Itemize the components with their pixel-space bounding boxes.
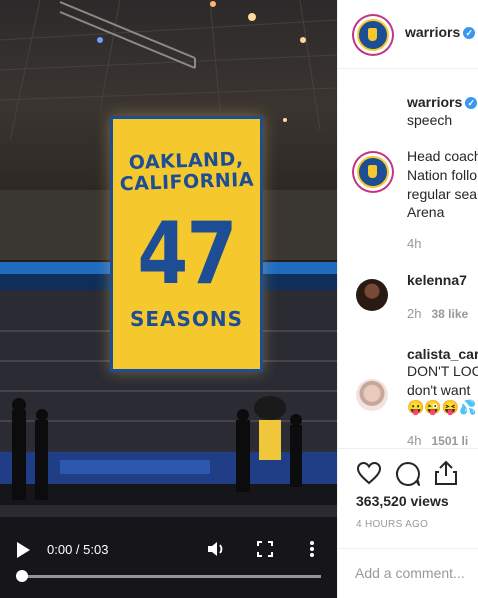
comment-icon[interactable]: [395, 461, 421, 487]
post-actions: 363,520 views 4 HOURS AGO: [338, 448, 478, 598]
comment-text-line: Arena: [407, 204, 445, 220]
header-username-text[interactable]: warriors: [405, 24, 460, 40]
verified-icon: ✓: [463, 27, 476, 39]
avatar[interactable]: [356, 379, 388, 411]
avatar[interactable]: [354, 153, 392, 191]
comment-time: 2h: [407, 306, 422, 321]
comment-text-line: Nation follo: [407, 167, 478, 183]
comment-text-line: Head coach: [407, 148, 478, 164]
view-count[interactable]: 363,520 views: [356, 493, 449, 509]
add-comment-bar: [338, 548, 478, 598]
comment-time: 4h: [407, 433, 422, 448]
comment-meta: 4h 1501 li: [407, 433, 468, 448]
post-time: 4 HOURS AGO: [356, 519, 429, 530]
banner-number: 47: [137, 204, 237, 304]
post-sidebar: warriors ✓ warriors ✓ speech Head coach Na…: [337, 0, 478, 598]
post-header: warriors ✓: [338, 0, 478, 69]
volume-icon[interactable]: [206, 540, 226, 558]
video-player[interactable]: OAKLAND, CALIFORNIA 47 SEASONS 0:00 / 5:…: [0, 0, 337, 598]
fullscreen-icon[interactable]: [257, 541, 273, 557]
video-controls: 0:00 / 5:03: [0, 528, 337, 598]
progress-scrubber[interactable]: [16, 570, 28, 582]
comment-time: 4h: [407, 236, 422, 251]
comment-likes[interactable]: 1501 li: [431, 434, 468, 448]
caption-username[interactable]: warriors ✓: [407, 94, 478, 110]
comment-meta: 2h 38 like: [407, 306, 468, 321]
avatar[interactable]: [356, 279, 388, 311]
add-comment-input[interactable]: [355, 563, 478, 583]
comment-username[interactable]: calista_car: [407, 346, 478, 362]
comment-text-line: DON'T LOC: [407, 363, 478, 379]
play-icon[interactable]: [17, 542, 30, 558]
caption-username-text[interactable]: warriors: [407, 94, 462, 110]
comment-emoji: 😛😜😝💦: [407, 399, 477, 415]
comment-likes[interactable]: 38 like: [431, 307, 468, 321]
banner-subtitle: SEASONS: [129, 307, 244, 331]
banner-line-2: CALIFORNIA: [119, 168, 255, 196]
verified-icon: ✓: [465, 97, 478, 109]
comment-username[interactable]: kelenna7: [407, 272, 467, 288]
progress-track[interactable]: [22, 575, 321, 578]
comment-text-line: regular sea: [407, 186, 478, 202]
avatar[interactable]: [354, 16, 392, 54]
header-username[interactable]: warriors ✓: [405, 24, 476, 40]
time-display: 0:00 / 5:03: [47, 542, 109, 557]
retirement-banner: OAKLAND, CALIFORNIA 47 SEASONS: [110, 116, 263, 372]
caption-text: speech: [407, 112, 453, 128]
comment-text-line: don't want: [407, 382, 471, 398]
more-options-icon[interactable]: [309, 540, 315, 558]
share-icon[interactable]: [434, 460, 458, 486]
heart-icon[interactable]: [356, 461, 382, 485]
